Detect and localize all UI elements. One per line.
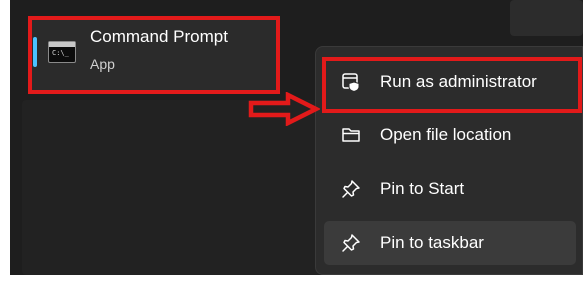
- annotation-box-run-as-administrator: [322, 57, 582, 113]
- right-arrow-icon: [248, 92, 320, 126]
- menu-item-pin-to-taskbar[interactable]: Pin to taskbar: [324, 221, 576, 265]
- menu-item-pin-to-start[interactable]: Pin to Start: [324, 167, 576, 211]
- start-menu-search-results: C:\_ Command Prompt App Run as administr…: [10, 0, 583, 275]
- annotation-box-app: [28, 16, 280, 94]
- menu-item-label: Pin to taskbar: [380, 233, 484, 252]
- background-tile: [510, 0, 583, 36]
- menu-item-label: Pin to Start: [380, 179, 465, 198]
- pin-icon: [342, 180, 360, 198]
- folder-icon: [342, 128, 360, 142]
- background-panel: [22, 100, 322, 275]
- menu-item-label: Open file location: [380, 125, 512, 144]
- pin-icon: [342, 234, 360, 252]
- menu-item-open-file-location[interactable]: Open file location: [324, 113, 576, 157]
